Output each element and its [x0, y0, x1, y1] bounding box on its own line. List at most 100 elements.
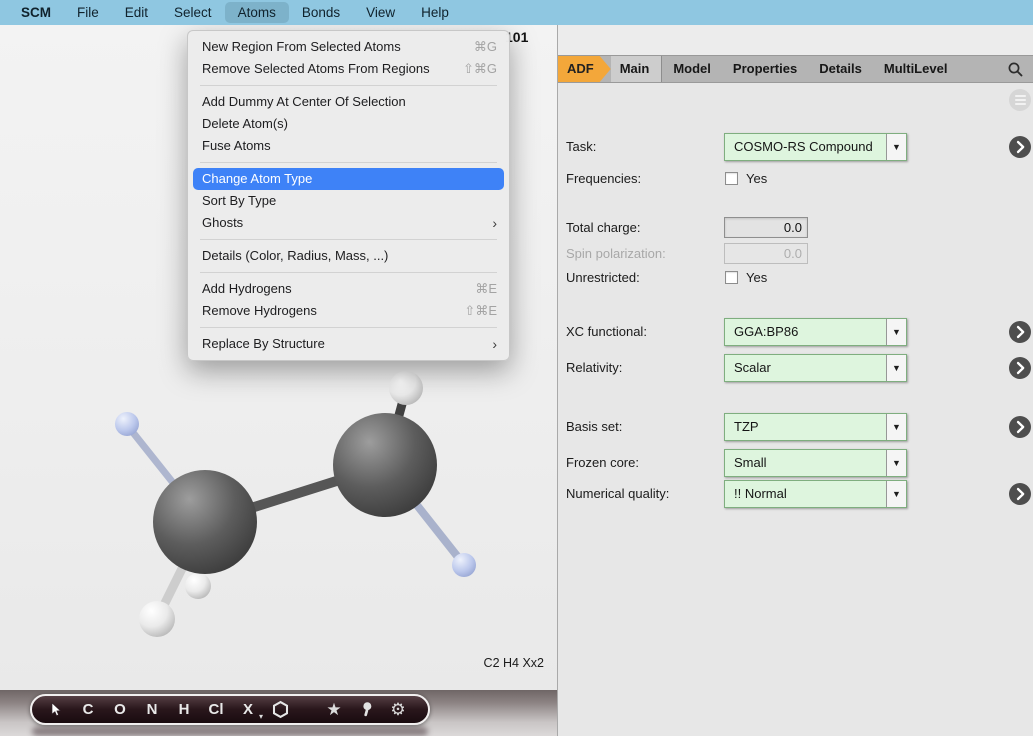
menu-item-label: Details (Color, Radius, Mass, ...)	[202, 245, 497, 267]
search-button[interactable]	[1007, 61, 1024, 78]
menubar-item-help[interactable]: Help	[408, 2, 462, 23]
relativity-dropdown[interactable]: Scalar ▼	[724, 354, 907, 382]
relativity-label: Relativity:	[566, 354, 622, 382]
right-titlebar	[558, 25, 1033, 55]
atom-xx2[interactable]	[452, 553, 476, 577]
menu-item-shortcut: ⌘G	[474, 36, 497, 58]
settings-tool-button[interactable]: ⚙	[382, 696, 414, 723]
element-cl-button[interactable]: Cl	[200, 696, 232, 723]
frozen-core-row: Frozen core: Small ▼	[558, 449, 1033, 477]
frozen-core-dropdown[interactable]: Small ▼	[724, 449, 907, 477]
dropdown-arrow-icon[interactable]: ▼	[886, 319, 906, 345]
xc-functional-value: GGA:BP86	[725, 319, 886, 345]
unrestricted-row: Unrestricted: Yes	[558, 270, 1033, 286]
frequencies-label: Frequencies:	[566, 171, 641, 187]
menubar-item-view[interactable]: View	[353, 2, 408, 23]
element-toolbar-strip: CONHClX▾ ★ ⚙	[0, 690, 557, 736]
menu-item-change-atom-type[interactable]: Change Atom Type	[193, 168, 504, 190]
tab-model[interactable]: Model	[662, 56, 722, 82]
numerical-quality-detail-button[interactable]	[1009, 483, 1031, 505]
menu-item-label: Add Dummy At Center Of Selection	[202, 91, 497, 113]
menu-item-add-dummy-at-center-of-selection[interactable]: Add Dummy At Center Of Selection	[188, 91, 509, 113]
panel-body: Task: COSMO-RS Compound ▼ Frequencies: Y…	[558, 83, 1033, 736]
menubar-item-file[interactable]: File	[64, 2, 112, 23]
task-value: COSMO-RS Compound	[725, 134, 886, 160]
menu-item-label: Replace By Structure	[202, 333, 478, 355]
total-charge-label: Total charge:	[566, 217, 640, 238]
dropdown-arrow-icon[interactable]: ▼	[886, 450, 906, 476]
relativity-detail-button[interactable]	[1009, 357, 1031, 379]
menu-item-label: Remove Selected Atoms From Regions	[202, 58, 449, 80]
dropdown-arrow-icon[interactable]: ▼	[886, 134, 906, 160]
element-h-button[interactable]: H	[168, 696, 200, 723]
tab-details[interactable]: Details	[808, 56, 873, 82]
element-c-button[interactable]: C	[72, 696, 104, 723]
pointer-tool-button[interactable]	[40, 696, 72, 723]
menu-separator	[188, 80, 509, 91]
menu-item-label: Delete Atom(s)	[202, 113, 497, 135]
menu-item-details-color-radius-mass[interactable]: Details (Color, Radius, Mass, ...)	[188, 245, 509, 267]
basis-set-detail-button[interactable]	[1009, 416, 1031, 438]
pin-tool-button[interactable]	[350, 696, 382, 723]
atom-h2[interactable]	[185, 573, 211, 599]
tab-properties[interactable]: Properties	[722, 56, 808, 82]
numerical-quality-value: !! Normal	[725, 481, 886, 507]
menu-item-label: Sort By Type	[202, 190, 497, 212]
element-x-caret-icon[interactable]: ▾	[259, 712, 263, 721]
atom-xx1[interactable]	[115, 412, 139, 436]
dropdown-arrow-icon[interactable]: ▼	[886, 481, 906, 507]
xc-functional-dropdown[interactable]: GGA:BP86 ▼	[724, 318, 907, 346]
adf-badge: ADF	[558, 56, 611, 82]
menu-item-label: Add Hydrogens	[202, 278, 461, 300]
panel-menu-button[interactable]	[1009, 89, 1031, 111]
frequencies-checkbox[interactable]	[725, 172, 738, 185]
formula-label: C2 H4 Xx2	[484, 656, 544, 670]
total-charge-row: Total charge:	[558, 217, 1033, 238]
atom-h1[interactable]	[389, 371, 423, 405]
spin-polarization-label: Spin polarization:	[566, 243, 666, 264]
dropdown-arrow-icon[interactable]: ▼	[886, 414, 906, 440]
menu-item-ghosts[interactable]: Ghosts›	[188, 212, 509, 234]
tab-multilevel[interactable]: MultiLevel	[873, 56, 959, 82]
menu-item-delete-atom-s[interactable]: Delete Atom(s)	[188, 113, 509, 135]
atom-c1[interactable]	[153, 470, 257, 574]
frozen-core-label: Frozen core:	[566, 449, 639, 477]
element-o-button[interactable]: O	[104, 696, 136, 723]
menu-item-sort-by-type[interactable]: Sort By Type	[188, 190, 509, 212]
atom-h3[interactable]	[139, 601, 175, 637]
unrestricted-checkbox[interactable]	[725, 271, 738, 284]
menubar-item-select[interactable]: Select	[161, 2, 225, 23]
numerical-quality-dropdown[interactable]: !! Normal ▼	[724, 480, 907, 508]
total-charge-input[interactable]	[724, 217, 808, 238]
menu-item-label: Remove Hydrogens	[202, 300, 450, 322]
element-x-button[interactable]: X▾	[232, 696, 264, 723]
submenu-chevron-icon: ›	[492, 212, 497, 234]
favorites-tool-button[interactable]: ★	[318, 696, 350, 723]
dropdown-arrow-icon[interactable]: ▼	[886, 355, 906, 381]
xc-functional-detail-button[interactable]	[1009, 321, 1031, 343]
task-detail-button[interactable]	[1009, 136, 1031, 158]
menu-item-remove-hydrogens[interactable]: Remove Hydrogens⇧⌘E	[188, 300, 509, 322]
menu-item-remove-selected-atoms-from-regions[interactable]: Remove Selected Atoms From Regions⇧⌘G	[188, 58, 509, 80]
menu-separator	[188, 234, 509, 245]
menubar-item-scm[interactable]: SCM	[8, 2, 64, 23]
star-icon: ★	[326, 701, 341, 718]
element-n-button[interactable]: N	[136, 696, 168, 723]
pin-icon	[357, 700, 375, 719]
menubar-item-bonds[interactable]: Bonds	[289, 2, 353, 23]
relativity-row: Relativity: Scalar ▼	[558, 354, 1033, 382]
menu-item-new-region-from-selected-atoms[interactable]: New Region From Selected Atoms⌘G	[188, 36, 509, 58]
tab-main[interactable]: Main	[611, 56, 663, 82]
menu-item-fuse-atoms[interactable]: Fuse Atoms	[188, 135, 509, 157]
frozen-core-value: Small	[725, 450, 886, 476]
app-screen: SCMFileEditSelectAtomsBondsViewHelp 101 …	[0, 0, 1033, 736]
menubar-item-atoms[interactable]: Atoms	[225, 2, 289, 23]
menu-item-replace-by-structure[interactable]: Replace By Structure›	[188, 333, 509, 355]
spin-polarization-input	[724, 243, 808, 264]
atom-c2[interactable]	[333, 413, 437, 517]
menubar-item-edit[interactable]: Edit	[112, 2, 161, 23]
task-dropdown[interactable]: COSMO-RS Compound ▼	[724, 133, 907, 161]
ring-tool-button[interactable]	[264, 696, 296, 723]
menu-item-add-hydrogens[interactable]: Add Hydrogens⌘E	[188, 278, 509, 300]
basis-set-dropdown[interactable]: TZP ▼	[724, 413, 907, 441]
